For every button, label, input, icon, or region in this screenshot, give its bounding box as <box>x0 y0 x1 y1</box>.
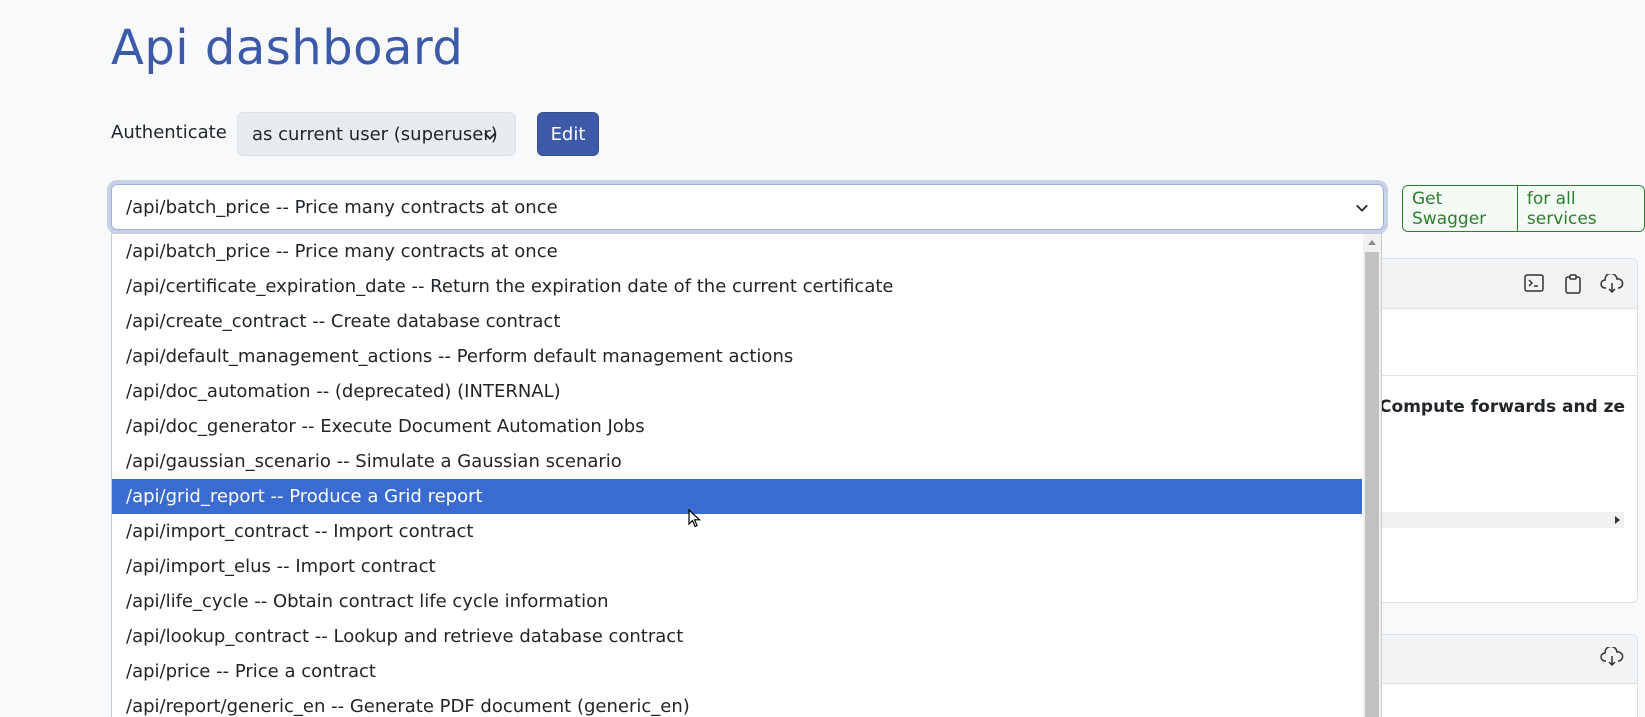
terminal-icon[interactable] <box>1524 274 1544 296</box>
chevron-down-icon <box>1355 199 1369 220</box>
api-endpoint-select-value: /api/batch_price -- Price many contracts… <box>126 196 558 218</box>
endpoint-card-secondary <box>1370 634 1638 717</box>
chevron-down-icon <box>483 127 497 148</box>
card-description: s Compute forwards and ze <box>1370 397 1626 417</box>
card-divider <box>1371 375 1637 376</box>
api-endpoint-select[interactable]: /api/batch_price -- Price many contracts… <box>111 184 1384 230</box>
mouse-cursor-icon <box>688 508 702 533</box>
cloud-download-icon[interactable] <box>1600 272 1624 298</box>
scrollbar-thumb[interactable] <box>1365 252 1379 717</box>
card-header <box>1371 635 1637 684</box>
dropdown-option[interactable]: /api/doc_automation -- (deprecated) (INT… <box>112 374 1362 409</box>
card-header <box>1371 259 1637 309</box>
dropdown-option-selected[interactable]: /api/grid_report -- Produce a Grid repor… <box>112 479 1362 514</box>
dropdown-option[interactable]: /api/import_elus -- Import contract <box>112 549 1362 584</box>
dropdown-option[interactable]: /api/default_management_actions -- Perfo… <box>112 339 1362 374</box>
dropdown-option[interactable]: /api/price -- Price a contract <box>112 654 1362 689</box>
scroll-up-arrow-icon[interactable] <box>1368 240 1376 245</box>
edit-button[interactable]: Edit <box>537 112 599 156</box>
dropdown-option[interactable]: /api/import_contract -- Import contract <box>112 514 1362 549</box>
endpoint-card: s Compute forwards and ze <box>1370 258 1638 603</box>
dropdown-option[interactable]: /api/report/generic_en -- Generate PDF d… <box>112 689 1362 717</box>
dropdown-option[interactable]: /api/create_contract -- Create database … <box>112 304 1362 339</box>
dropdown-option[interactable]: /api/gaussian_scenario -- Simulate a Gau… <box>112 444 1362 479</box>
card-horizontal-scrollbar[interactable] <box>1371 512 1624 528</box>
dropdown-option[interactable]: /api/lookup_contract -- Lookup and retri… <box>112 619 1362 654</box>
swagger-all-services-button[interactable]: for all services <box>1516 186 1644 231</box>
dropdown-scrollbar[interactable] <box>1363 234 1381 717</box>
scroll-right-arrow-icon[interactable] <box>1615 516 1620 524</box>
dropdown-option[interactable]: /api/doc_generator -- Execute Document A… <box>112 409 1362 444</box>
get-swagger-button[interactable]: Get Swagger <box>1403 186 1517 231</box>
swagger-button-group: Get Swagger for all services <box>1402 185 1645 232</box>
dropdown-option[interactable]: /api/batch_price -- Price many contracts… <box>112 234 1362 269</box>
cloud-download-icon[interactable] <box>1600 645 1624 671</box>
dropdown-option[interactable]: /api/life_cycle -- Obtain contract life … <box>112 584 1362 619</box>
clipboard-icon[interactable] <box>1564 274 1582 298</box>
dropdown-option[interactable]: /api/certificate_expiration_date -- Retu… <box>112 269 1362 304</box>
authenticate-select-value: as current user (superuser) <box>252 123 498 145</box>
authenticate-select[interactable]: as current user (superuser) <box>237 112 516 156</box>
api-dashboard-page: Api dashboard Authenticate as current us… <box>0 0 1645 717</box>
page-title: Api dashboard <box>111 20 464 76</box>
authenticate-label: Authenticate <box>111 122 227 143</box>
api-endpoint-dropdown: /api/batch_price -- Price many contracts… <box>111 233 1382 717</box>
